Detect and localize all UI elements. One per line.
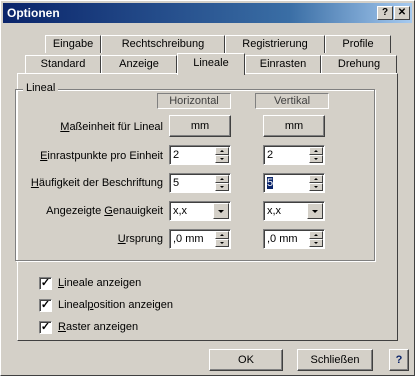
label-einrastpunkte: Einrastpunkte pro Einheit [40, 150, 163, 162]
checkbox-check-icon: ✓ [39, 277, 52, 290]
options-dialog: Optionen ? ✕ Eingabe Rechtschreibung Reg… [0, 0, 415, 376]
spin-up-icon[interactable] [215, 147, 229, 155]
label-haeufigkeit: Häufigkeit der Beschriftung [30, 177, 163, 189]
spin-down-icon[interactable] [215, 155, 229, 163]
group-label: Lineal [23, 82, 59, 94]
label-masseinheit: Maßeinheit für Lineal [60, 121, 163, 133]
checkbox-check-icon: ✓ [39, 299, 52, 312]
tab-rechtschreibung[interactable]: Rechtschreibung [101, 35, 225, 53]
unit-horizontal-button[interactable]: mm [169, 115, 231, 137]
spin-down-icon[interactable] [215, 183, 229, 191]
frequency-horizontal-value: 5 [173, 177, 180, 189]
precision-horizontal-value: x,x [173, 205, 188, 217]
tab-anzeige[interactable]: Anzeige [101, 55, 177, 73]
chevron-down-icon[interactable] [213, 203, 229, 219]
precision-vertical-select[interactable]: x,x [263, 201, 325, 221]
frequency-vertical-value: 5 [267, 177, 274, 189]
origin-horizontal-value: ,0 mm [173, 233, 204, 245]
snap-vertical-spinner[interactable]: 2 [263, 145, 325, 165]
origin-horizontal-spinner[interactable]: ,0 mm [169, 229, 231, 249]
snap-horizontal-spinner[interactable]: 2 [169, 145, 231, 165]
spin-down-icon[interactable] [309, 239, 323, 247]
spin-up-icon[interactable] [309, 175, 323, 183]
tab-lineale[interactable]: Lineale [177, 53, 245, 75]
tab-eingabe[interactable]: Eingabe [45, 35, 101, 53]
spin-down-icon[interactable] [309, 183, 323, 191]
snap-horizontal-value: 2 [173, 149, 180, 161]
unit-vertical-button[interactable]: mm [263, 115, 325, 137]
close-title-button[interactable]: ✕ [394, 6, 410, 20]
tab-standard[interactable]: Standard [25, 55, 101, 73]
tab-profile[interactable]: Profile [325, 35, 391, 53]
chevron-down-icon[interactable] [307, 203, 323, 219]
precision-vertical-value: x,x [267, 205, 282, 217]
frequency-vertical-spinner[interactable]: 5 [263, 173, 325, 193]
snap-vertical-value: 2 [267, 149, 274, 161]
col-horizontal-header: Horizontal [157, 93, 231, 109]
origin-vertical-spinner[interactable]: ,0 mm [263, 229, 325, 249]
tab-registrierung[interactable]: Registrierung [225, 35, 325, 53]
label-ursprung: Ursprung [117, 233, 163, 245]
help-title-button[interactable]: ? [377, 6, 393, 20]
show-grid-label: Raster anzeigen [58, 321, 139, 333]
show-rulers-label: Lineale anzeigen [58, 277, 142, 289]
tab-einrasten[interactable]: Einrasten [245, 55, 321, 73]
checkbox-check-icon: ✓ [39, 321, 52, 334]
close-button[interactable]: Schließen [297, 349, 373, 371]
spin-up-icon[interactable] [309, 231, 323, 239]
ok-button[interactable]: OK [209, 349, 283, 371]
spin-up-icon[interactable] [215, 175, 229, 183]
precision-horizontal-select[interactable]: x,x [169, 201, 231, 221]
help-icon[interactable]: ? [389, 349, 409, 371]
spin-down-icon[interactable] [309, 155, 323, 163]
spin-up-icon[interactable] [309, 147, 323, 155]
window-title: Optionen [7, 6, 60, 20]
origin-vertical-value: ,0 mm [267, 233, 298, 245]
title-bar: Optionen ? ✕ [3, 3, 412, 23]
show-ruler-position-label: Linealposition anzeigen [58, 299, 173, 311]
tab-drehung[interactable]: Drehung [321, 55, 397, 73]
spin-up-icon[interactable] [215, 231, 229, 239]
frequency-horizontal-spinner[interactable]: 5 [169, 173, 231, 193]
label-genauigkeit: Angezeigte Genauigkeit [46, 205, 163, 217]
col-vertical-header: Vertikal [255, 93, 329, 109]
spin-down-icon[interactable] [215, 239, 229, 247]
